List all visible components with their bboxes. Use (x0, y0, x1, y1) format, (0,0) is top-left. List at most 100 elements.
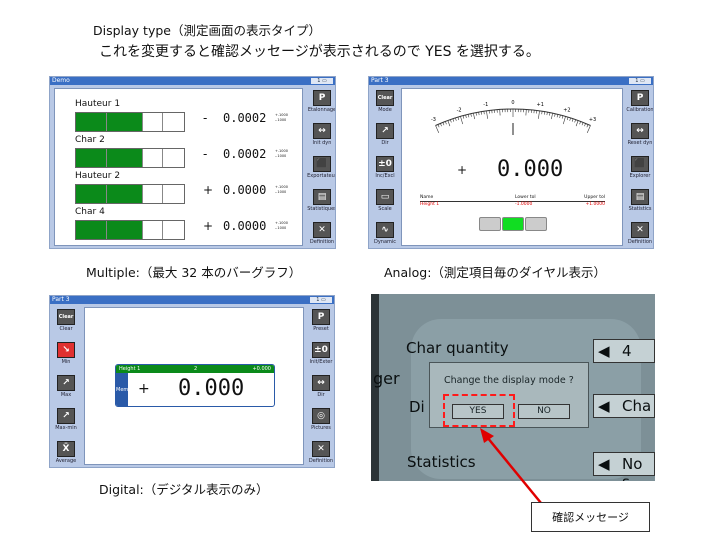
bar-graph (75, 184, 185, 204)
dial-tick (559, 114, 561, 118)
menu-item-max-min[interactable]: ↗ Max-min (51, 406, 81, 439)
row-value: 0.0002 (223, 147, 267, 161)
menu-item-definition[interactable]: ✕ Definition (306, 439, 334, 467)
photo-value-1-text: 4 (622, 342, 632, 360)
row-tolerance: +.1000 -.1000 (275, 221, 288, 230)
dial-tick (584, 123, 586, 127)
analog-left-menu: ClearMode↗Dir±0Inc/Excl▭Scale∿DynamicSTO… (370, 88, 400, 248)
multiple-screenshot: Demo 1 ▭ Hauteur 1-0.0002 +.1000 -.1000 Char… (49, 76, 336, 249)
bar-graph (75, 112, 185, 132)
menu-item-preset[interactable]: P Preset (306, 307, 334, 340)
menu-item-exportateur[interactable]: ⬛ Exportateur (307, 154, 335, 187)
menu-icon: P (631, 90, 649, 106)
menu-label: Init/Exter (309, 359, 333, 365)
page-subtitle: これを変更すると確認メッセージが表示されるので YES を選択する。 (99, 44, 540, 60)
window-controls[interactable]: 1 ▭ (629, 78, 651, 84)
analog-value: 0.000 (497, 157, 564, 182)
menu-label: Dynamic (373, 239, 397, 245)
row-value: 0.0002 (223, 111, 267, 125)
dial-tick (546, 112, 548, 116)
dial-tick (551, 113, 553, 120)
menu-item-reset-dyn[interactable]: ↔ Reset dyn (625, 121, 653, 154)
menu-item-mode[interactable]: Clear Mode (370, 88, 400, 121)
no-button[interactable]: NO (518, 404, 570, 419)
menu-label: Definition (309, 239, 335, 245)
dial-tick (486, 110, 488, 119)
menu-item-clear[interactable]: Clear Clear (51, 307, 81, 340)
dial-tick (442, 122, 445, 126)
menu-label: Max (60, 392, 72, 398)
dial-label: +3 (589, 117, 596, 123)
menu-item-statistiques[interactable]: ▤ Statistiques (307, 187, 335, 220)
digital-sign: + (138, 381, 150, 397)
menu-icon: ↗ (376, 123, 394, 139)
photo-left-fragment: ger (373, 369, 400, 388)
menu-label: Calibration (626, 107, 654, 113)
menu-item-max[interactable]: ↗ Max (51, 373, 81, 406)
table-header-upper: Upper tol (584, 195, 605, 200)
menu-item-min[interactable]: ↘ Min (51, 340, 81, 373)
menu-item-statistics[interactable]: ▤ Statistics (625, 187, 653, 220)
tol-upper: +.1000 (275, 149, 288, 153)
menu-item-scale[interactable]: ▭ Scale (370, 187, 400, 220)
tol-upper: +.1000 (275, 185, 288, 189)
photo-value-2[interactable]: ◀ Cha (593, 394, 655, 418)
menu-item-explorer[interactable]: ⬛ Explorer (625, 154, 653, 187)
menu-label: Scale (378, 206, 392, 212)
menu-item-definition[interactable]: ✕ Definition (307, 220, 335, 248)
menu-item-etalonnage[interactable]: P Etalonnage (307, 88, 335, 121)
menu-item-dir[interactable]: ↗ Dir (370, 121, 400, 154)
bar-tick (106, 149, 107, 167)
menu-item-average[interactable]: X̄ Average (51, 439, 81, 467)
menu-item-definition[interactable]: ✕ Definition (625, 220, 653, 248)
menu-label: Dir (381, 140, 389, 146)
menu-label: Init dyn (312, 140, 332, 146)
menu-icon: ✕ (631, 222, 649, 238)
dial-tick (480, 111, 483, 115)
menu-item-pictures[interactable]: ◎ Pictures (306, 406, 334, 439)
menu-icon: P (312, 309, 330, 325)
window-controls[interactable]: 1 ▭ (310, 297, 332, 303)
menu-icon: X̄ (57, 441, 75, 457)
menu-item-dir[interactable]: ↔ Dir (306, 373, 334, 406)
bar-tick (162, 185, 163, 203)
menu-icon: ◎ (312, 408, 330, 424)
menu-icon: ↔ (631, 123, 649, 139)
photo-value-3[interactable]: ◀ No s (593, 452, 655, 481)
bar-fill (76, 221, 142, 239)
menu-label: Pictures (311, 425, 331, 431)
photo-row-2: Di (409, 398, 425, 416)
menu-icon: Clear (376, 90, 394, 106)
dial-tick (575, 120, 579, 127)
row-sign: + (203, 183, 214, 197)
confirm-dialog: Change the display mode ? YES NO (429, 362, 589, 428)
menu-item-init-exter[interactable]: ±0 Init/Exter (306, 340, 334, 373)
mem-tab[interactable]: Mem (116, 373, 128, 406)
dial-tick (574, 119, 576, 123)
device-photo: ger Char quantity Di Statistics ◀ 4 ◀ Cha … (371, 294, 655, 481)
menu-icon: ↗ (57, 375, 75, 391)
bar-tick (162, 221, 163, 239)
analog-sign: + (457, 163, 468, 177)
menu-label: Clear (59, 326, 73, 332)
caption-analog: Analog:（測定項目毎のダイヤル表示） (384, 265, 607, 280)
menu-label: Max-min (55, 425, 77, 431)
menu-item-inc-excl[interactable]: ±0 Inc/Excl (370, 154, 400, 187)
menu-item-init-dyn[interactable]: ↔ Init dyn (307, 121, 335, 154)
dial-tick (586, 125, 591, 133)
menu-icon: ↘ (57, 342, 75, 358)
tol-lower: -.1000 (275, 189, 287, 194)
left-arrow-icon: ◀ (598, 455, 610, 473)
menu-item-calibration[interactable]: P Calibration (625, 88, 654, 121)
multiple-title-bar: Demo 1 ▭ (50, 77, 335, 85)
menu-item-dynamic[interactable]: ∿ Dynamic (370, 220, 400, 248)
digital-header: Height 1 2 +0.000 (116, 365, 274, 373)
window-controls[interactable]: 1 ▭ (311, 78, 333, 84)
menu-icon: ∿ (376, 222, 394, 238)
yes-highlight-box (443, 394, 515, 427)
digital-left-menu: ClearClear↘Min↗Max↗Max-minX̄Average≡Medi… (51, 307, 81, 467)
dial-label: -2 (457, 108, 462, 114)
photo-value-1[interactable]: ◀ 4 (593, 339, 655, 363)
photo-value-2-text: Cha (622, 397, 652, 415)
tol-lower: -.1000 (275, 225, 287, 230)
